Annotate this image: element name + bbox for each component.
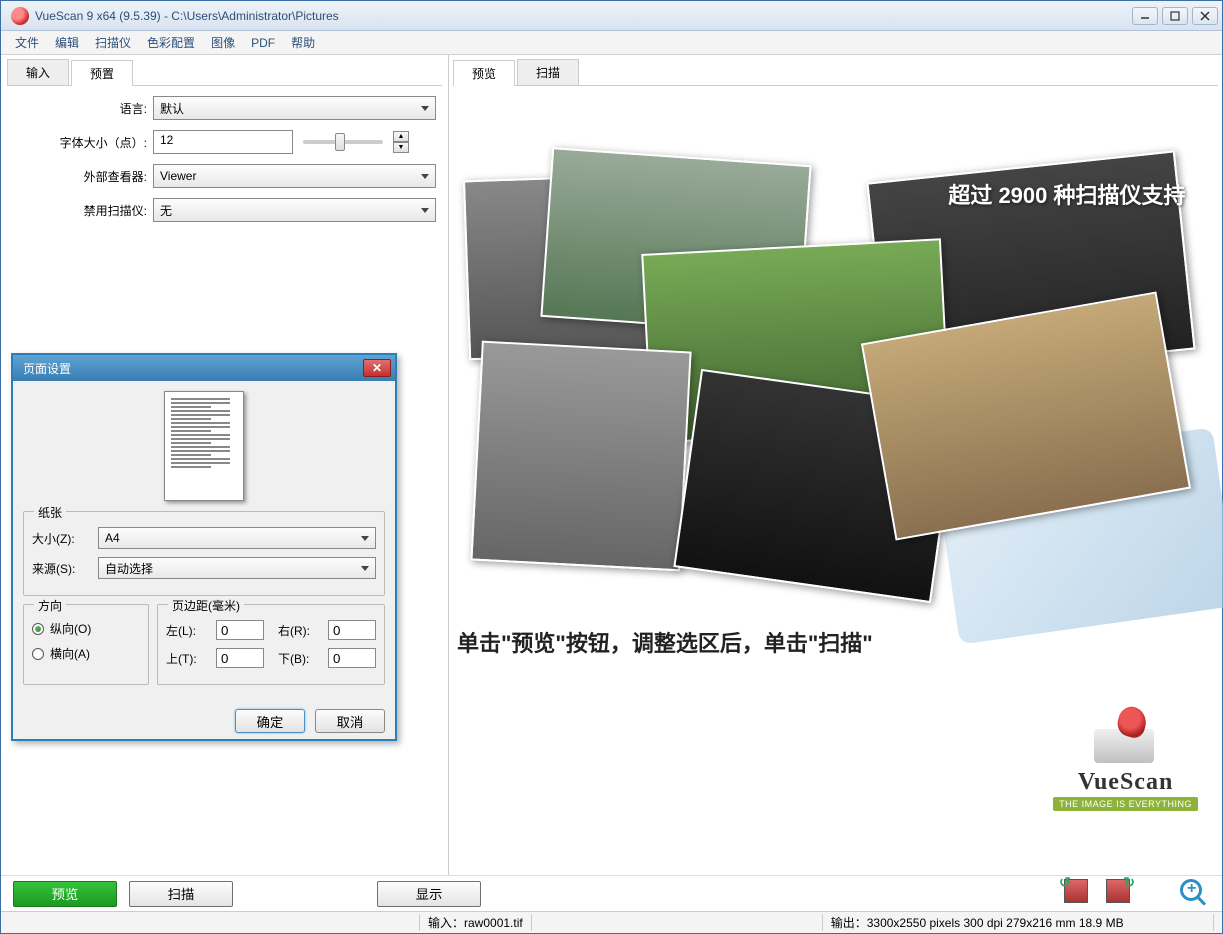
orientation-legend: 方向	[34, 597, 66, 614]
fontsize-spin-up[interactable]: ▲	[393, 131, 409, 142]
overlay-text: 超过 2900 种扫描仪支持	[948, 178, 1185, 210]
paper-size-combo[interactable]: A4	[98, 527, 376, 549]
paper-legend: 纸张	[34, 504, 66, 521]
chevron-down-icon	[361, 536, 369, 541]
maximize-button[interactable]	[1162, 7, 1188, 25]
preview-collage: 超过 2900 种扫描仪支持	[466, 146, 1206, 586]
dialog-titlebar[interactable]: 页面设置 ✕	[13, 355, 395, 381]
page-preview-icon	[164, 391, 244, 501]
chevron-down-icon	[421, 208, 429, 213]
paper-source-combo[interactable]: 自动选择	[98, 557, 376, 579]
margin-right-input[interactable]	[328, 620, 376, 640]
fontsize-slider[interactable]	[303, 140, 383, 144]
tab-scan[interactable]: 扫描	[517, 59, 579, 85]
disable-scanner-label: 禁用扫描仪:	[13, 202, 153, 219]
margin-top-input[interactable]	[216, 648, 264, 668]
radio-icon	[32, 623, 44, 635]
language-combo[interactable]: 默认	[153, 96, 436, 120]
fontsize-spin-down[interactable]: ▼	[393, 142, 409, 153]
tab-preset[interactable]: 预置	[71, 60, 133, 86]
source-label: 来源(S):	[32, 560, 98, 577]
tab-preview[interactable]: 预览	[453, 60, 515, 86]
close-button[interactable]	[1192, 7, 1218, 25]
instruction-text: 单击"预览"按钮，调整选区后，单击"扫描"	[453, 626, 1218, 658]
dialog-ok-button[interactable]: 确定	[235, 709, 305, 733]
rotate-cw-icon	[1106, 879, 1130, 903]
status-bar: 输入：raw0001.tif 输出：3300x2550 pixels 300 d…	[1, 911, 1222, 933]
radio-icon	[32, 648, 44, 660]
window-title: VueScan 9 x64 (9.5.39) - C:\Users\Admini…	[35, 9, 1132, 23]
menu-edit[interactable]: 编辑	[47, 32, 87, 53]
size-label: 大小(Z):	[32, 530, 98, 547]
margin-right-label: 右(R):	[278, 622, 324, 639]
fontsize-label: 字体大小（点）:	[13, 134, 153, 151]
dialog-cancel-button[interactable]: 取消	[315, 709, 385, 733]
menu-file[interactable]: 文件	[7, 32, 47, 53]
margins-legend: 页边距(毫米)	[168, 597, 244, 614]
chevron-down-icon	[421, 174, 429, 179]
disable-scanner-combo[interactable]: 无	[153, 198, 436, 222]
orientation-landscape-radio[interactable]: 横向(A)	[32, 645, 140, 662]
margin-bottom-label: 下(B):	[278, 650, 324, 667]
rotate-ccw-button[interactable]	[1064, 879, 1094, 909]
fontsize-input[interactable]: 12	[153, 130, 293, 154]
menubar: 文件 编辑 扫描仪 色彩配置 图像 PDF 帮助	[1, 31, 1222, 55]
vuescan-logo-icon	[1086, 705, 1166, 765]
rotate-ccw-icon	[1064, 879, 1088, 903]
margin-top-label: 上(T):	[166, 650, 212, 667]
dialog-close-button[interactable]: ✕	[363, 359, 391, 377]
menu-image[interactable]: 图像	[203, 32, 243, 53]
app-icon	[11, 7, 29, 25]
margin-left-label: 左(L):	[166, 622, 212, 639]
bottom-bar: 预览 扫描 显示	[1, 875, 1222, 911]
zoom-in-icon	[1180, 879, 1202, 901]
margin-left-input[interactable]	[216, 620, 264, 640]
menu-help[interactable]: 帮助	[283, 32, 323, 53]
menu-scanner[interactable]: 扫描仪	[87, 32, 139, 53]
logo-area: VueScan THE IMAGE IS EVERYTHING	[1053, 705, 1198, 811]
right-panel: 预览 扫描 超过 2900 种扫描仪支持 单击"预览"按钮，调整选区后，单击"扫…	[449, 55, 1222, 875]
preview-button[interactable]: 预览	[13, 881, 117, 907]
display-button[interactable]: 显示	[377, 881, 481, 907]
scan-button[interactable]: 扫描	[129, 881, 233, 907]
menu-pdf[interactable]: PDF	[243, 34, 283, 52]
menu-color[interactable]: 色彩配置	[139, 32, 203, 53]
zoom-in-button[interactable]	[1180, 879, 1210, 909]
status-input: 输入：raw0001.tif	[419, 914, 532, 931]
status-output: 输出：3300x2550 pixels 300 dpi 279x216 mm 1…	[822, 914, 1214, 931]
dialog-title-text: 页面设置	[23, 360, 71, 377]
logo-tagline: THE IMAGE IS EVERYTHING	[1053, 797, 1198, 811]
chevron-down-icon	[361, 566, 369, 571]
sample-photo	[470, 341, 691, 572]
page-setup-dialog: 页面设置 ✕ 纸张 大小(Z): A4	[11, 353, 397, 741]
chevron-down-icon	[421, 106, 429, 111]
logo-brand: VueScan	[1053, 769, 1198, 796]
tab-input[interactable]: 输入	[7, 59, 69, 85]
viewer-combo[interactable]: Viewer	[153, 164, 436, 188]
left-panel: 输入 预置 语言: 默认 字体大小（点）: 12 ▲	[1, 55, 449, 875]
viewer-label: 外部查看器:	[13, 168, 153, 185]
orientation-portrait-radio[interactable]: 纵向(O)	[32, 620, 140, 637]
language-label: 语言:	[13, 100, 153, 117]
slider-thumb[interactable]	[335, 133, 345, 151]
margin-bottom-input[interactable]	[328, 648, 376, 668]
minimize-button[interactable]	[1132, 7, 1158, 25]
titlebar: VueScan 9 x64 (9.5.39) - C:\Users\Admini…	[1, 1, 1222, 31]
rotate-cw-button[interactable]	[1106, 879, 1136, 909]
